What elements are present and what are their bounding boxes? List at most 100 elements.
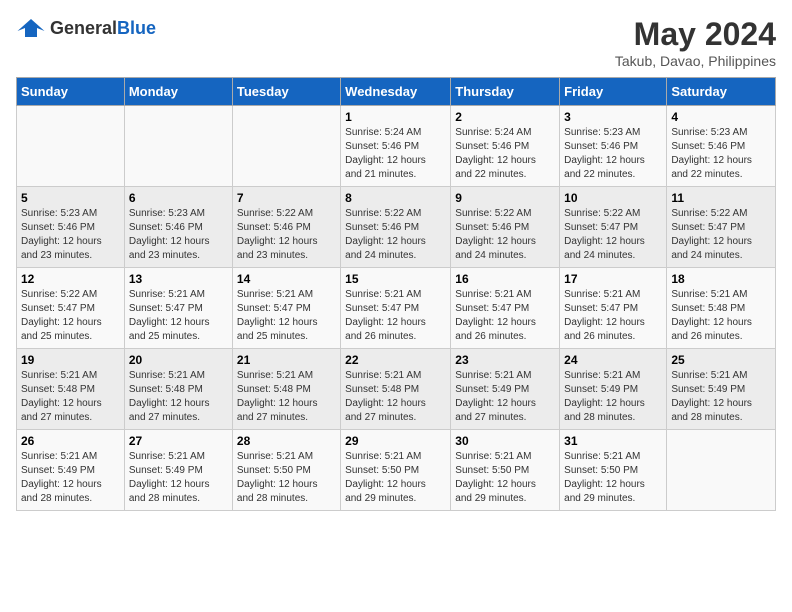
day-info: Sunrise: 5:21 AMSunset: 5:49 PMDaylight:… xyxy=(21,450,120,506)
day-cell: 27 Sunrise: 5:21 AMSunset: 5:49 PMDayligh… xyxy=(124,430,232,511)
day-number: 8 xyxy=(345,191,446,205)
col-header-monday: Monday xyxy=(124,78,232,106)
week-row-5: 26 Sunrise: 5:21 AMSunset: 5:49 PMDayligh… xyxy=(17,430,776,511)
col-header-wednesday: Wednesday xyxy=(341,78,451,106)
day-cell: 31 Sunrise: 5:21 AMSunset: 5:50 PMDayligh… xyxy=(560,430,667,511)
day-info: Sunrise: 5:22 AMSunset: 5:46 PMDaylight:… xyxy=(237,207,336,263)
week-row-1: 1 Sunrise: 5:24 AMSunset: 5:46 PMDaylight… xyxy=(17,106,776,187)
subtitle: Takub, Davao, Philippines xyxy=(615,53,776,69)
col-header-tuesday: Tuesday xyxy=(232,78,340,106)
day-cell: 22 Sunrise: 5:21 AMSunset: 5:48 PMDayligh… xyxy=(341,349,451,430)
day-number: 30 xyxy=(455,434,555,448)
day-cell: 15 Sunrise: 5:21 AMSunset: 5:47 PMDayligh… xyxy=(341,268,451,349)
day-number: 29 xyxy=(345,434,446,448)
day-cell: 1 Sunrise: 5:24 AMSunset: 5:46 PMDaylight… xyxy=(341,106,451,187)
day-cell: 13Sunrise: 5:21 AMSunset: 5:47 PMDayligh… xyxy=(124,268,232,349)
day-number: 15 xyxy=(345,272,446,286)
day-number: 10 xyxy=(564,191,662,205)
week-row-4: 19 Sunrise: 5:21 AMSunset: 5:48 PMDayligh… xyxy=(17,349,776,430)
day-number: 31 xyxy=(564,434,662,448)
day-info: Sunrise: 5:22 AMSunset: 5:46 PMDaylight:… xyxy=(455,207,555,263)
day-info: Sunrise: 5:23 AMSunset: 5:46 PMDaylight:… xyxy=(671,126,771,182)
day-cell: 7Sunrise: 5:22 AMSunset: 5:46 PMDaylight… xyxy=(232,187,340,268)
day-number: 23 xyxy=(455,353,555,367)
day-number: 6 xyxy=(129,191,228,205)
day-cell: 8 Sunrise: 5:22 AMSunset: 5:46 PMDaylight… xyxy=(341,187,451,268)
day-cell xyxy=(17,106,125,187)
day-number: 17 xyxy=(564,272,662,286)
day-number: 18 xyxy=(671,272,771,286)
day-cell: 28Sunrise: 5:21 AMSunset: 5:50 PMDayligh… xyxy=(232,430,340,511)
day-number: 22 xyxy=(345,353,446,367)
week-row-2: 5 Sunrise: 5:23 AMSunset: 5:46 PMDaylight… xyxy=(17,187,776,268)
day-cell: 19Sunrise: 5:21 AMSunset: 5:48 PMDayligh… xyxy=(17,349,125,430)
day-cell: 26 Sunrise: 5:21 AMSunset: 5:49 PMDayligh… xyxy=(17,430,125,511)
day-info: Sunrise: 5:22 AMSunset: 5:47 PMDaylight:… xyxy=(21,288,120,344)
title-area: May 2024 Takub, Davao, Philippines xyxy=(615,16,776,69)
logo-general: General xyxy=(50,18,117,38)
day-cell: 12Sunrise: 5:22 AMSunset: 5:47 PMDayligh… xyxy=(17,268,125,349)
day-info: Sunrise: 5:21 AMSunset: 5:49 PMDaylight:… xyxy=(129,450,228,506)
day-number: 27 xyxy=(129,434,228,448)
day-number: 26 xyxy=(21,434,120,448)
day-cell xyxy=(232,106,340,187)
day-info: Sunrise: 5:21 AMSunset: 5:48 PMDaylight:… xyxy=(671,288,771,344)
day-info: Sunrise: 5:24 AMSunset: 5:46 PMDaylight:… xyxy=(345,126,446,182)
logo-text: GeneralBlue xyxy=(50,18,156,39)
day-info: Sunrise: 5:21 AMSunset: 5:47 PMDaylight:… xyxy=(237,288,336,344)
day-number: 11 xyxy=(671,191,771,205)
day-cell: 20Sunrise: 5:21 AMSunset: 5:48 PMDayligh… xyxy=(124,349,232,430)
day-info: Sunrise: 5:23 AMSunset: 5:46 PMDaylight:… xyxy=(21,207,120,263)
day-number: 19 xyxy=(21,353,120,367)
day-number: 9 xyxy=(455,191,555,205)
day-info: Sunrise: 5:21 AMSunset: 5:47 PMDaylight:… xyxy=(345,288,446,344)
day-number: 3 xyxy=(564,110,662,124)
day-info: Sunrise: 5:21 AMSunset: 5:50 PMDaylight:… xyxy=(345,450,446,506)
day-cell xyxy=(667,430,776,511)
day-info: Sunrise: 5:21 AMSunset: 5:49 PMDaylight:… xyxy=(564,369,662,425)
day-cell: 3 Sunrise: 5:23 AMSunset: 5:46 PMDaylight… xyxy=(560,106,667,187)
day-number: 1 xyxy=(345,110,446,124)
logo: GeneralBlue xyxy=(16,16,156,40)
day-cell: 4Sunrise: 5:23 AMSunset: 5:46 PMDaylight… xyxy=(667,106,776,187)
day-info: Sunrise: 5:22 AMSunset: 5:46 PMDaylight:… xyxy=(345,207,446,263)
day-info: Sunrise: 5:21 AMSunset: 5:50 PMDaylight:… xyxy=(455,450,555,506)
day-info: Sunrise: 5:21 AMSunset: 5:47 PMDaylight:… xyxy=(129,288,228,344)
day-cell: 23 Sunrise: 5:21 AMSunset: 5:49 PMDayligh… xyxy=(451,349,560,430)
day-info: Sunrise: 5:21 AMSunset: 5:50 PMDaylight:… xyxy=(564,450,662,506)
day-info: Sunrise: 5:21 AMSunset: 5:48 PMDaylight:… xyxy=(237,369,336,425)
day-cell: 17 Sunrise: 5:21 AMSunset: 5:47 PMDayligh… xyxy=(560,268,667,349)
day-number: 2 xyxy=(455,110,555,124)
day-number: 20 xyxy=(129,353,228,367)
day-info: Sunrise: 5:23 AMSunset: 5:46 PMDaylight:… xyxy=(564,126,662,182)
day-number: 5 xyxy=(21,191,120,205)
day-number: 28 xyxy=(237,434,336,448)
col-header-sunday: Sunday xyxy=(17,78,125,106)
day-cell: 25Sunrise: 5:21 AMSunset: 5:49 PMDayligh… xyxy=(667,349,776,430)
day-cell xyxy=(124,106,232,187)
day-cell: 21Sunrise: 5:21 AMSunset: 5:48 PMDayligh… xyxy=(232,349,340,430)
day-info: Sunrise: 5:21 AMSunset: 5:47 PMDaylight:… xyxy=(455,288,555,344)
day-info: Sunrise: 5:22 AMSunset: 5:47 PMDaylight:… xyxy=(564,207,662,263)
col-header-thursday: Thursday xyxy=(451,78,560,106)
day-info: Sunrise: 5:21 AMSunset: 5:49 PMDaylight:… xyxy=(455,369,555,425)
main-title: May 2024 xyxy=(615,16,776,53)
day-cell: 24 Sunrise: 5:21 AMSunset: 5:49 PMDayligh… xyxy=(560,349,667,430)
logo-blue: Blue xyxy=(117,18,156,38)
day-cell: 11 Sunrise: 5:22 AMSunset: 5:47 PMDayligh… xyxy=(667,187,776,268)
day-info: Sunrise: 5:22 AMSunset: 5:47 PMDaylight:… xyxy=(671,207,771,263)
day-info: Sunrise: 5:21 AMSunset: 5:48 PMDaylight:… xyxy=(345,369,446,425)
day-cell: 18 Sunrise: 5:21 AMSunset: 5:48 PMDayligh… xyxy=(667,268,776,349)
day-number: 14 xyxy=(237,272,336,286)
col-header-saturday: Saturday xyxy=(667,78,776,106)
day-cell: 30 Sunrise: 5:21 AMSunset: 5:50 PMDayligh… xyxy=(451,430,560,511)
day-number: 16 xyxy=(455,272,555,286)
day-info: Sunrise: 5:21 AMSunset: 5:47 PMDaylight:… xyxy=(564,288,662,344)
day-cell: 16 Sunrise: 5:21 AMSunset: 5:47 PMDayligh… xyxy=(451,268,560,349)
calendar-table: SundayMondayTuesdayWednesdayThursdayFrid… xyxy=(16,77,776,511)
day-cell: 14 Sunrise: 5:21 AMSunset: 5:47 PMDayligh… xyxy=(232,268,340,349)
day-info: Sunrise: 5:21 AMSunset: 5:49 PMDaylight:… xyxy=(671,369,771,425)
day-info: Sunrise: 5:23 AMSunset: 5:46 PMDaylight:… xyxy=(129,207,228,263)
day-cell: 6 Sunrise: 5:23 AMSunset: 5:46 PMDaylight… xyxy=(124,187,232,268)
day-number: 24 xyxy=(564,353,662,367)
